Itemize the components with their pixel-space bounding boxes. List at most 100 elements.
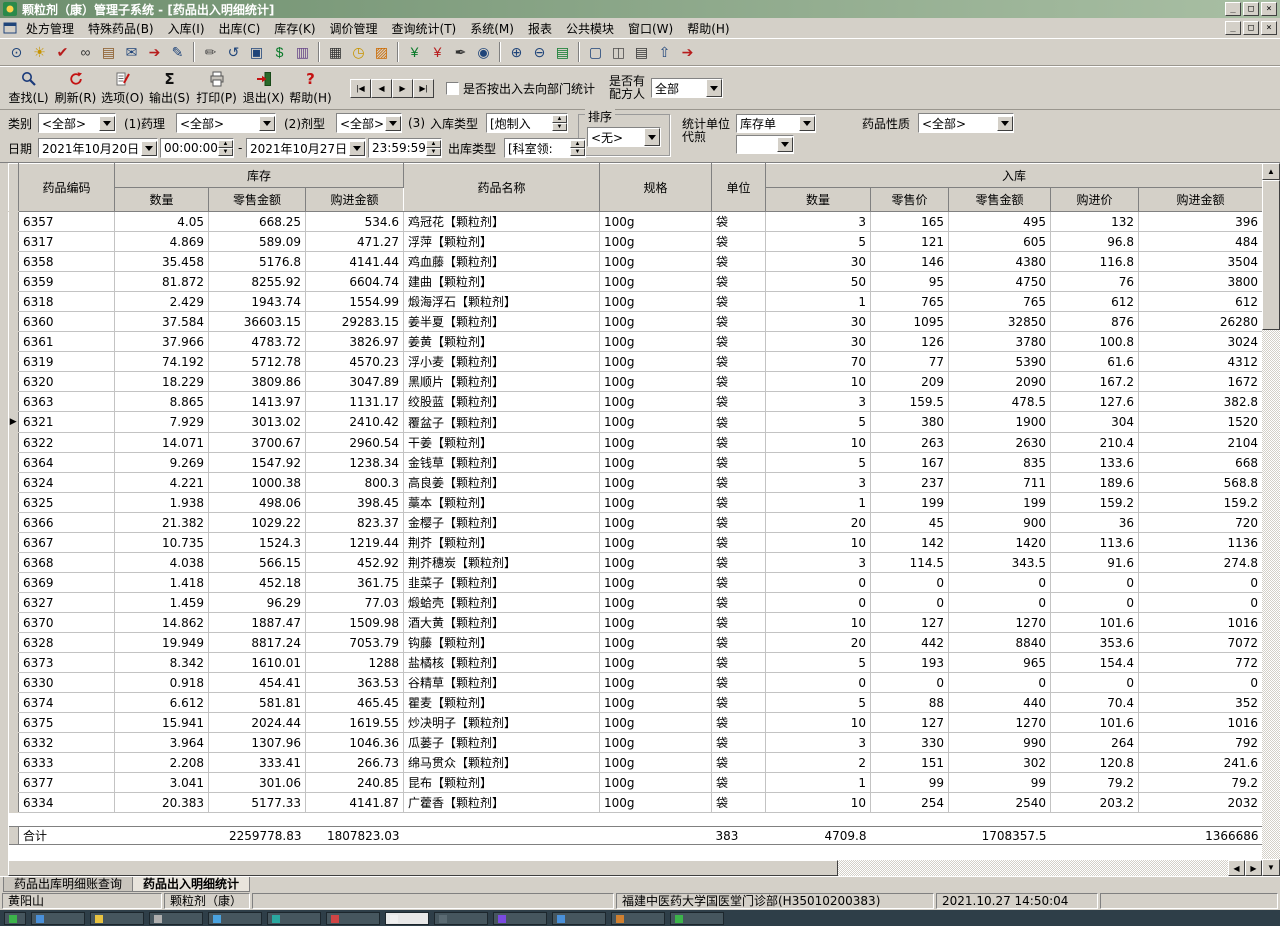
- table-cell[interactable]: 1016: [1138, 712, 1262, 733]
- table-cell[interactable]: 154.4: [1050, 652, 1139, 673]
- tab-drug-out-ledger-query[interactable]: 药品出库明细账查询: [3, 877, 134, 892]
- pharmacology-select[interactable]: <全部>: [176, 113, 276, 133]
- close-button[interactable]: ×: [1261, 2, 1277, 16]
- table-row[interactable]: 6334 20.383 5177.33 4141.87 广藿香【颗粒剂】 100g 袋 10 2…: [8, 792, 1262, 813]
- decoction-dropdown-icon[interactable]: [777, 137, 793, 152]
- table-cell[interactable]: 0: [870, 572, 949, 593]
- table-cell[interactable]: 70.4: [1050, 692, 1139, 713]
- table-cell[interactable]: 袋: [711, 632, 766, 653]
- taskbar-app-4[interactable]: [208, 912, 262, 925]
- table-cell[interactable]: 88: [870, 692, 949, 713]
- table-cell[interactable]: 3: [765, 552, 871, 573]
- table-row[interactable]: 6361 37.966 4783.72 3826.97 姜黄【颗粒剂】 100g 袋 30 12…: [8, 331, 1262, 352]
- table-cell[interactable]: 荆芥穗炭【颗粒剂】: [403, 552, 600, 573]
- menu-item[interactable]: 入库(I): [161, 18, 212, 39]
- table-cell[interactable]: 0: [948, 572, 1051, 593]
- table-cell[interactable]: 6363: [18, 391, 115, 412]
- table-cell[interactable]: 3047.89: [305, 371, 404, 392]
- table-cell[interactable]: 酒大黄【颗粒剂】: [403, 612, 600, 633]
- table-cell[interactable]: 876: [1050, 311, 1139, 332]
- table-cell[interactable]: 121: [870, 231, 949, 252]
- table-cell[interactable]: 5: [765, 652, 871, 673]
- table-cell[interactable]: 4.038: [114, 552, 209, 573]
- table-cell[interactable]: 91.6: [1050, 552, 1139, 573]
- table-cell[interactable]: 炒决明子【颗粒剂】: [403, 712, 600, 733]
- refresh-button[interactable]: 刷新(R): [52, 68, 99, 108]
- table-row[interactable]: 6369 1.418 452.18 361.75 韭菜子【颗粒剂】 100g 袋 0 0 0 0 0: [8, 572, 1262, 593]
- table-cell[interactable]: 袋: [711, 391, 766, 412]
- table-cell[interactable]: 146: [870, 251, 949, 272]
- table-cell[interactable]: 袋: [711, 472, 766, 493]
- table-row[interactable]: 6364 9.269 1547.92 1238.34 金钱草【颗粒剂】 100g 袋 5 167…: [8, 452, 1262, 473]
- table-cell[interactable]: 6320: [18, 371, 115, 392]
- table-cell[interactable]: 1238.34: [305, 452, 404, 473]
- table-row[interactable]: 6318 2.429 1943.74 1554.99 煅海浮石【颗粒剂】 100g 袋 1 76…: [8, 291, 1262, 312]
- table-cell[interactable]: 302: [948, 752, 1051, 773]
- table-cell[interactable]: 100g: [599, 552, 712, 573]
- table-cell[interactable]: 2032: [1138, 792, 1262, 813]
- table-cell[interactable]: 50: [765, 271, 871, 292]
- table-cell[interactable]: 440: [948, 692, 1051, 713]
- table-cell[interactable]: 452.18: [208, 572, 306, 593]
- computer-icon[interactable]: ▣: [245, 41, 268, 63]
- table-cell[interactable]: 8.865: [114, 391, 209, 412]
- table-cell[interactable]: 61.6: [1050, 351, 1139, 372]
- taskbar-app-11[interactable]: [611, 912, 665, 925]
- table-cell[interactable]: 380: [870, 411, 949, 433]
- table-cell[interactable]: 0: [948, 592, 1051, 613]
- print-small-icon[interactable]: ▤: [630, 41, 653, 63]
- table-cell[interactable]: 金钱草【颗粒剂】: [403, 452, 600, 473]
- dept-stat-checkbox[interactable]: [446, 81, 459, 95]
- table-cell[interactable]: 203.2: [1050, 792, 1139, 813]
- table-cell[interactable]: 1943.74: [208, 291, 306, 312]
- table-cell[interactable]: 1288: [305, 652, 404, 673]
- table-cell[interactable]: 1413.97: [208, 391, 306, 412]
- table-cell[interactable]: 袋: [711, 452, 766, 473]
- zoom-out-icon[interactable]: ⊖: [528, 41, 551, 63]
- table-cell[interactable]: 100g: [599, 792, 712, 813]
- table-cell[interactable]: 100g: [599, 712, 712, 733]
- table-cell[interactable]: 3800: [1138, 271, 1262, 292]
- table-cell[interactable]: 6333: [18, 752, 115, 773]
- table-cell[interactable]: 668.25: [208, 211, 306, 232]
- ledger-icon[interactable]: ▥: [291, 41, 314, 63]
- table-cell[interactable]: 361.75: [305, 572, 404, 593]
- table-cell[interactable]: 566.15: [208, 552, 306, 573]
- table-cell[interactable]: 668: [1138, 452, 1262, 473]
- table-cell[interactable]: 袋: [711, 752, 766, 773]
- options-button[interactable]: 选项(O): [99, 68, 146, 108]
- menu-item[interactable]: 库存(K): [267, 18, 322, 39]
- table-cell[interactable]: 建曲【颗粒剂】: [403, 271, 600, 292]
- table-cell[interactable]: 823.37: [305, 512, 404, 533]
- table-cell[interactable]: 36: [1050, 512, 1139, 533]
- taskbar-app-10[interactable]: [552, 912, 606, 925]
- table-cell[interactable]: 2960.54: [305, 432, 404, 453]
- table-row[interactable]: 6359 81.872 8255.92 6604.74 建曲【颗粒剂】 100g 袋 50 95…: [8, 271, 1262, 292]
- table-cell[interactable]: 6367: [18, 532, 115, 553]
- menu-item[interactable]: 查询统计(T): [385, 18, 464, 39]
- horizontal-scrollbar[interactable]: ◀ ▶: [8, 860, 1262, 876]
- table-cell[interactable]: 浮小麦【颗粒剂】: [403, 351, 600, 372]
- table-cell[interactable]: 167: [870, 452, 949, 473]
- table-row[interactable]: 6322 14.071 3700.67 2960.54 干姜【颗粒剂】 100g 袋 10 26…: [8, 432, 1262, 453]
- table-cell[interactable]: 绵马贯众【颗粒剂】: [403, 752, 600, 773]
- table-cell[interactable]: 2630: [948, 432, 1051, 453]
- table-cell[interactable]: 袋: [711, 712, 766, 733]
- table-cell[interactable]: 568.8: [1138, 472, 1262, 493]
- taskbar-app-9[interactable]: [493, 912, 547, 925]
- category-select[interactable]: <全部>: [38, 113, 116, 133]
- table-cell[interactable]: 189.6: [1050, 472, 1139, 493]
- table-cell[interactable]: 袋: [711, 371, 766, 392]
- table-cell[interactable]: 96.8: [1050, 231, 1139, 252]
- table-cell[interactable]: 382.8: [1138, 391, 1262, 412]
- nav-first-button[interactable]: |◀: [350, 78, 371, 98]
- table-cell[interactable]: 3504: [1138, 251, 1262, 272]
- table-cell[interactable]: 10: [765, 371, 871, 392]
- table-cell[interactable]: 30: [765, 331, 871, 352]
- table-cell[interactable]: 1.938: [114, 492, 209, 513]
- table-cell[interactable]: 100g: [599, 271, 712, 292]
- table-cell[interactable]: 6357: [18, 211, 115, 232]
- table-cell[interactable]: 0: [1050, 592, 1139, 613]
- table-cell[interactable]: 高良姜【颗粒剂】: [403, 472, 600, 493]
- table-cell[interactable]: 254: [870, 792, 949, 813]
